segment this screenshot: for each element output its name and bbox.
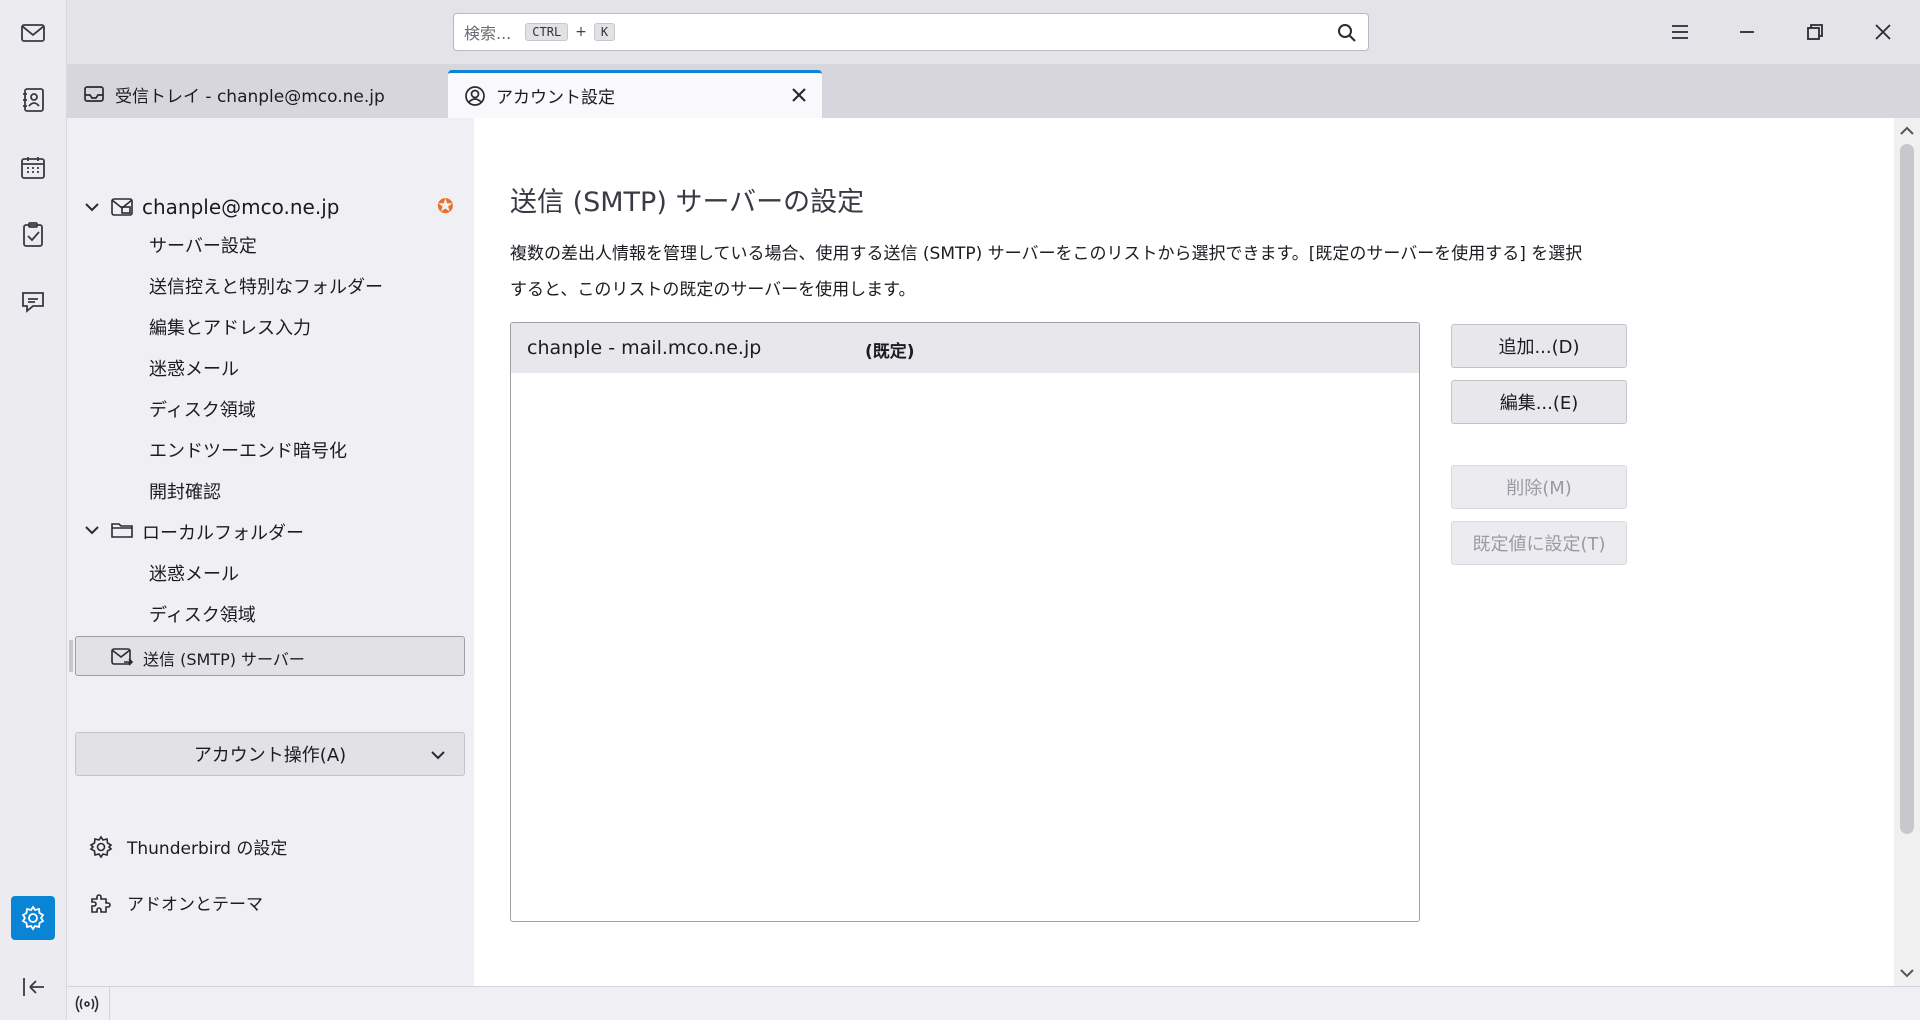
outgoing-server-icon [110, 645, 134, 669]
restore-button[interactable] [1797, 14, 1833, 50]
settings-space-button[interactable] [11, 896, 55, 940]
server-name: chanple - mail.mco.ne.jp [527, 337, 762, 359]
tab-bar: 受信トレイ - chanple@mco.ne.jp アカウント設定 [67, 64, 1920, 118]
tasks-space-button[interactable] [11, 213, 55, 257]
shortcut-key-ctrl: CTRL [525, 23, 569, 41]
addons-themes-label: アドオンとテーマ [127, 895, 263, 915]
close-window-button[interactable] [1865, 14, 1901, 50]
local-folders-row[interactable]: ローカルフォルダー [67, 511, 474, 549]
shortcut-plus: + [575, 24, 587, 40]
search-icon[interactable] [1336, 22, 1358, 44]
tree-item-label: ディスク領域 [149, 400, 256, 421]
selection-marker [69, 640, 73, 672]
chevron-down-icon[interactable] [83, 198, 101, 216]
address-book-space-button[interactable] [11, 78, 55, 122]
mail-account-icon [110, 195, 134, 219]
chat-icon [22, 292, 44, 313]
account-actions-button[interactable]: アカウント操作(A) [75, 732, 465, 776]
default-badge: (既定) [865, 342, 915, 362]
edit-server-button[interactable]: 編集...(E) [1451, 380, 1627, 424]
page-title: 送信 (SMTP) サーバーの設定 [510, 187, 865, 218]
hamburger-menu-icon [1672, 25, 1688, 39]
settings-icon [21, 905, 45, 931]
spaces-toolbar [0, 0, 67, 1020]
minimize-button[interactable] [1729, 14, 1765, 50]
account-actions-label: アカウント操作(A) [193, 745, 347, 766]
address-book-icon [23, 88, 44, 112]
inbox-icon [84, 86, 104, 102]
tree-item-disk-space[interactable]: ディスク領域 [67, 388, 474, 426]
close-icon [1875, 24, 1891, 40]
local-folders-label: ローカルフォルダー [142, 523, 304, 544]
set-default-button[interactable]: 既定値に設定(T) [1451, 521, 1627, 565]
tree-item-label: 迷惑メール [149, 359, 239, 380]
account-name: chanple@mco.ne.jp [142, 195, 340, 219]
chat-space-button[interactable] [11, 280, 55, 324]
settings-pane: 送信 (SMTP) サーバーの設定 複数の差出人情報を管理している場合、使用する… [474, 118, 1894, 986]
minimize-icon [1740, 31, 1754, 33]
app-menu-button[interactable] [1662, 14, 1698, 50]
mail-space-button[interactable] [11, 11, 55, 55]
thunderbird-settings-label: Thunderbird の設定 [127, 839, 288, 859]
tree-item-composition[interactable]: 編集とアドレス入力 [67, 306, 474, 344]
search-box[interactable]: 検索... CTRL + K [453, 13, 1369, 51]
account-settings-icon [465, 85, 485, 106]
tree-item-smtp-servers[interactable]: 送信 (SMTP) サーバー [75, 636, 465, 676]
tree-item-server-settings[interactable]: サーバー設定 [67, 224, 474, 262]
search-placeholder: 検索... [464, 24, 512, 43]
tree-item-copies-folders[interactable]: 送信控えと特別なフォルダー [67, 265, 474, 303]
chevron-down-icon [428, 745, 448, 765]
smtp-label: 送信 (SMTP) サーバー [143, 650, 305, 669]
description-text: 複数の差出人情報を管理している場合、使用する送信 (SMTP) サーバーをこのリ… [510, 244, 1583, 300]
scrollbar[interactable] [1894, 118, 1920, 986]
gear-icon [89, 835, 113, 858]
folder-icon [110, 518, 134, 542]
tree-item-label: ディスク領域 [149, 605, 256, 626]
account-row[interactable]: chanple@mco.ne.jp ✪ [67, 188, 474, 226]
tab-inbox[interactable]: 受信トレイ - chanple@mco.ne.jp [67, 70, 447, 118]
tree-item-e2ee[interactable]: エンドツーエンド暗号化 [67, 429, 474, 467]
tree-item-label: 開封確認 [149, 482, 221, 503]
tree-item-local-junk[interactable]: 迷惑メール [67, 552, 474, 590]
tab-close-button[interactable] [788, 84, 810, 106]
calendar-space-button[interactable] [11, 146, 55, 190]
add-server-button[interactable]: 追加...(D) [1451, 324, 1627, 368]
restore-icon [1807, 24, 1823, 40]
tree-item-junk[interactable]: 迷惑メール [67, 347, 474, 385]
thunderbird-settings-link[interactable]: Thunderbird の設定 [89, 834, 287, 859]
mail-icon [21, 24, 45, 42]
star-icon: ✪ [437, 194, 454, 218]
chevron-down-icon[interactable] [83, 521, 101, 539]
scroll-up-icon[interactable] [1898, 122, 1916, 140]
puzzle-icon [91, 893, 111, 913]
online-status-icon[interactable] [75, 993, 99, 1015]
tree-item-label: サーバー設定 [149, 236, 257, 257]
tab-inbox-label: 受信トレイ - chanple@mco.ne.jp [115, 86, 385, 107]
collapse-spaces-button[interactable] [11, 965, 55, 1009]
addons-themes-link[interactable]: アドオンとテーマ [89, 890, 263, 915]
scroll-thumb[interactable] [1900, 144, 1914, 834]
tree-item-label: エンドツーエンド暗号化 [149, 441, 347, 462]
tab-account-settings[interactable]: アカウント設定 [448, 70, 822, 118]
tasks-icon [23, 222, 43, 247]
collapse-icon [23, 978, 44, 996]
account-tree: chanple@mco.ne.jp ✪ サーバー設定 送信控えと特別なフォルダー… [67, 118, 474, 986]
status-divider [109, 987, 110, 1020]
shortcut-key-k: K [593, 23, 616, 41]
tree-item-label: 編集とアドレス入力 [149, 318, 311, 339]
tree-item-label: 迷惑メール [149, 564, 239, 585]
tree-item-label: 送信控えと特別なフォルダー [149, 277, 383, 298]
title-bar: 検索... CTRL + K [67, 0, 1920, 64]
status-bar [67, 986, 1920, 1020]
smtp-server-list[interactable]: chanple - mail.mco.ne.jp (既定) [510, 322, 1420, 922]
close-icon [792, 88, 806, 102]
scroll-down-icon[interactable] [1898, 964, 1916, 982]
delete-server-button[interactable]: 削除(M) [1451, 465, 1627, 509]
calendar-icon [21, 157, 45, 179]
tab-account-settings-label: アカウント設定 [496, 88, 615, 108]
list-item[interactable]: chanple - mail.mco.ne.jp (既定) [511, 323, 1419, 373]
tree-item-receipts[interactable]: 開封確認 [67, 470, 474, 508]
tree-item-local-disk[interactable]: ディスク領域 [67, 593, 474, 631]
